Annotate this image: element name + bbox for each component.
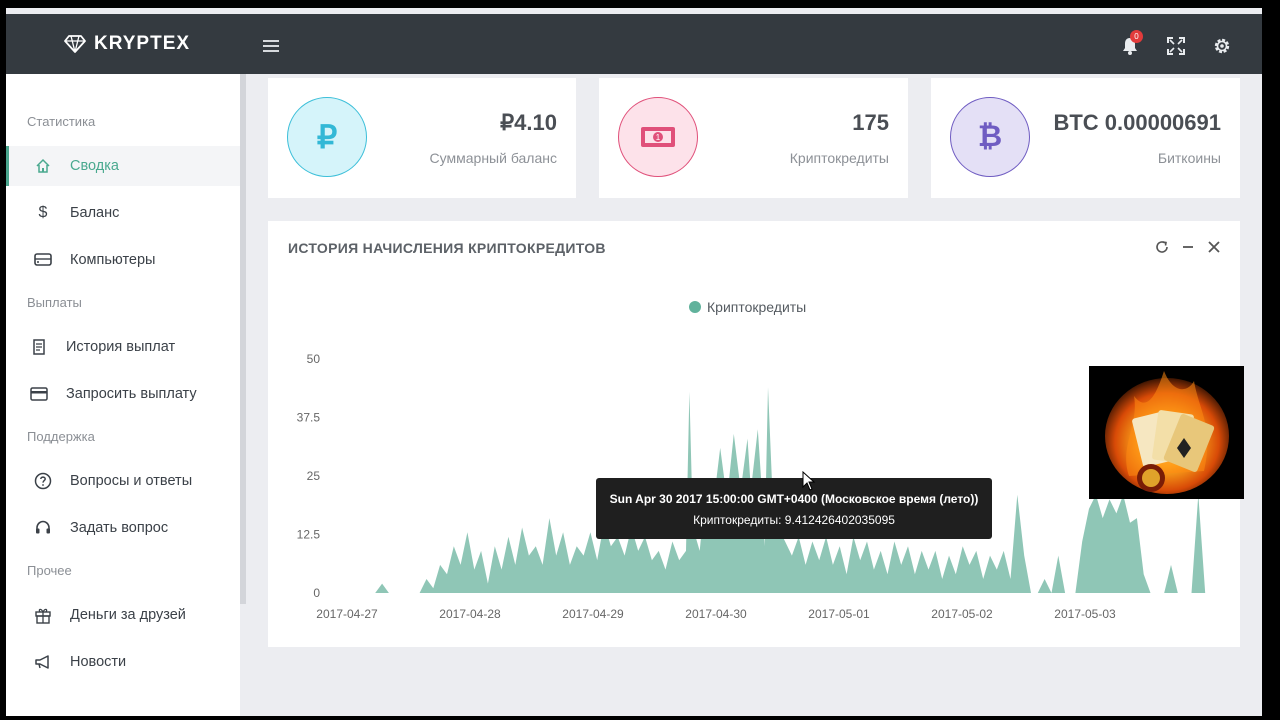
sidebar-item-label: Задать вопрос (70, 520, 169, 536)
svg-text:1: 1 (656, 133, 661, 142)
chart-tooltip: Sun Apr 30 2017 15:00:00 GMT+0400 (Моско… (596, 478, 992, 539)
notifications-button[interactable]: 0 (1120, 30, 1143, 58)
x-tick-label: 2017-04-29 (562, 607, 624, 621)
sidebar-item-payout-history[interactable]: История выплат (6, 327, 240, 367)
tooltip-value: Криптокредиты: 9.412426402035095 (693, 513, 895, 527)
y-tick-label: 12.5 (297, 528, 321, 542)
computer-icon (32, 249, 54, 271)
bitcoin-icon: ₿ (950, 97, 1030, 177)
home-icon (32, 155, 54, 177)
banknote-icon: 1 (618, 97, 698, 177)
brand-logo[interactable]: KRYPTEX (64, 32, 190, 56)
x-tick-label: 2017-05-03 (1054, 607, 1116, 621)
sidebar-section-title: Поддержка (27, 429, 95, 444)
stat-label: Криптокредиты (789, 150, 889, 166)
sidebar-item-referral[interactable]: Деньги за друзей (6, 595, 240, 635)
fullscreen-icon (1167, 37, 1185, 55)
hamburger-icon[interactable] (263, 40, 279, 52)
dollar-icon: $ (38, 204, 48, 221)
sidebar-item-request-payout[interactable]: Запросить выплату (6, 374, 240, 414)
settings-button[interactable] (1212, 36, 1234, 58)
stat-label: Суммарный баланс (429, 150, 557, 166)
sidebar-item-label: Компьютеры (70, 252, 156, 268)
stat-card-credits: 1 175 Криптокредиты (599, 78, 908, 198)
sidebar-item-label: Сводка (70, 158, 119, 174)
sidebar-item-label: Вопросы и ответы (70, 473, 193, 489)
help-icon (32, 470, 54, 492)
x-tick-label: 2017-05-02 (931, 607, 993, 621)
sidebar-scrollbar[interactable] (240, 74, 246, 604)
sidebar-item-label: История выплат (66, 339, 176, 355)
x-tick-label: 2017-05-01 (808, 607, 870, 621)
fullscreen-button[interactable] (1166, 36, 1188, 58)
y-tick-label: 50 (307, 352, 321, 366)
tooltip-title: Sun Apr 30 2017 15:00:00 GMT+0400 (Моско… (609, 492, 979, 506)
sidebar-item-label: Деньги за друзей (70, 607, 186, 623)
sidebar-item-computers[interactable]: Компьютеры (6, 240, 240, 280)
mouse-cursor (802, 471, 816, 491)
sidebar-section-title: Статистика (27, 114, 96, 129)
sidebar-section-title: Выплаты (27, 295, 82, 310)
headset-icon (32, 517, 54, 539)
document-icon (28, 336, 50, 358)
stat-value: BTC 0.00000691 (1053, 110, 1221, 135)
stat-label: Биткоины (1157, 150, 1221, 166)
sidebar: Статистика Сводка $ Баланс Компьютеры Вы… (6, 74, 240, 716)
y-tick-label: 37.5 (297, 411, 321, 425)
sidebar-item-label: Новости (70, 654, 127, 670)
video-overlay (1089, 366, 1244, 499)
y-tick-label: 0 (313, 586, 320, 600)
sidebar-item-news[interactable]: Новости (6, 642, 240, 682)
sidebar-item-label: Запросить выплату (66, 386, 197, 402)
megaphone-icon (32, 651, 54, 673)
stat-value: 175 (852, 110, 889, 135)
stat-value: ₽4.10 (500, 110, 557, 135)
x-tick-label: 2017-04-28 (439, 607, 501, 621)
sidebar-section-title: Прочее (27, 563, 72, 578)
brand-name: KRYPTEX (94, 33, 191, 54)
gear-icon (1214, 38, 1230, 54)
top-navbar: KRYPTEX 0 (6, 14, 1262, 74)
x-tick-label: 2017-04-27 (316, 607, 378, 621)
x-tick-label: 2017-04-30 (685, 607, 747, 621)
app-window: KRYPTEX 0 Статистика Сводка $ Баланс Ком… (6, 8, 1262, 716)
flaming-cards-image (1089, 366, 1244, 499)
ruble-icon: ₽ (287, 97, 367, 177)
notification-badge: 0 (1130, 30, 1143, 43)
stat-card-bitcoin: ₿ BTC 0.00000691 Биткоины (931, 78, 1240, 198)
credit-card-icon (28, 383, 50, 405)
sidebar-item-ask-question[interactable]: Задать вопрос (6, 508, 240, 548)
sidebar-item-faq[interactable]: Вопросы и ответы (6, 461, 240, 501)
sidebar-item-summary[interactable]: Сводка (6, 146, 240, 186)
y-tick-label: 25 (307, 469, 321, 483)
gift-icon (32, 604, 54, 626)
stat-card-balance: ₽ ₽4.10 Суммарный баланс (268, 78, 576, 198)
sidebar-item-balance[interactable]: $ Баланс (6, 193, 240, 233)
sidebar-item-label: Баланс (70, 205, 120, 221)
diamond-icon (64, 35, 86, 53)
